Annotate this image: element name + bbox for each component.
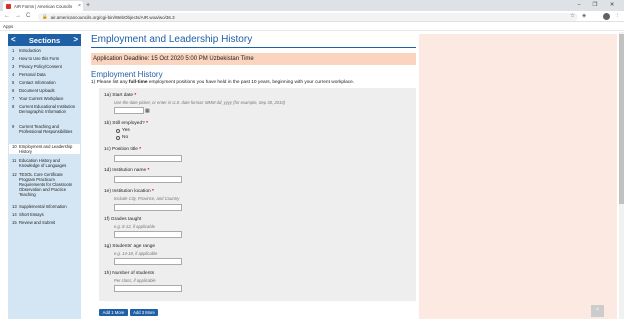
title-divider bbox=[91, 47, 416, 48]
deadline-banner: Application Deadline: 15 Oct 2020 5:00 P… bbox=[91, 53, 416, 65]
address-bar[interactable]: 🔒 air.americancouncils.org/cgi-bin/WebOb… bbox=[38, 13, 578, 21]
next-section-button[interactable]: > bbox=[73, 34, 78, 46]
browser-menu-icon[interactable]: ⋮ bbox=[615, 12, 621, 21]
add-1-more-button[interactable]: Add 1 More bbox=[99, 309, 128, 316]
sidebar-item-tesol[interactable]: 12 TESOL Core Certificate Program Practic… bbox=[9, 172, 80, 197]
forward-icon[interactable]: → bbox=[15, 12, 21, 21]
age-range-input[interactable] bbox=[114, 258, 182, 265]
institution-name-label: 1d) Institution name * bbox=[104, 168, 150, 173]
tab-close-icon[interactable]: × bbox=[78, 3, 81, 9]
calendar-icon[interactable]: ▦ bbox=[145, 108, 150, 114]
lock-icon: 🔒 bbox=[42, 14, 48, 19]
close-window-button[interactable]: ✕ bbox=[605, 0, 619, 11]
bookmarks-bar: Apps bbox=[0, 22, 624, 31]
sidebar-item-institution-demographic[interactable]: 8 Current Educational Institution Demogra… bbox=[9, 104, 80, 114]
still-employed-yes[interactable]: Yes bbox=[116, 128, 130, 133]
minimize-button[interactable]: – bbox=[572, 0, 586, 11]
new-tab-button[interactable]: + bbox=[86, 1, 90, 10]
back-icon[interactable]: ← bbox=[4, 12, 10, 21]
apps-shortcut[interactable]: Apps bbox=[3, 23, 13, 30]
right-background-panel bbox=[419, 34, 617, 319]
position-title-input[interactable] bbox=[114, 155, 182, 162]
extension-icon[interactable]: ◈ bbox=[582, 12, 586, 21]
section-subtitle: Employment History bbox=[91, 70, 163, 79]
sidebar-item-how-to-use[interactable]: 2 How to Use this Form bbox=[9, 56, 80, 61]
number-students-input[interactable] bbox=[114, 285, 182, 292]
institution-location-hint: Include City, Province, and Country bbox=[114, 196, 180, 201]
prev-section-button[interactable]: < bbox=[11, 34, 16, 46]
age-range-hint: e.g. 14-18, if applicable bbox=[114, 251, 158, 256]
sections-title: Sections bbox=[28, 35, 61, 45]
grades-taught-hint: e.g. 8-12, if applicable bbox=[114, 224, 155, 229]
browser-toolbar: ← → C 🔒 air.americancouncils.org/cgi-bin… bbox=[0, 11, 624, 22]
employment-form-panel bbox=[99, 88, 416, 301]
sections-header: < Sections > bbox=[8, 34, 81, 46]
sidebar-item-review[interactable]: 15 Review and Submit bbox=[9, 220, 80, 225]
sidebar-item-supplemental[interactable]: 13 Supplemental Information bbox=[9, 204, 80, 209]
sidebar-item-essays[interactable]: 14 Short Essays bbox=[9, 212, 80, 217]
back-to-top-button[interactable]: ^ bbox=[591, 305, 604, 317]
tab-title: AIR Forms | American Councils bbox=[14, 3, 73, 9]
reload-icon[interactable]: C bbox=[26, 12, 30, 21]
instruction-text: 1) Please list any full-time employment … bbox=[91, 80, 355, 85]
browser-tab-strip: AIR Forms | American Councils × + – ❐ ✕ bbox=[0, 0, 624, 11]
still-employed-no[interactable]: No bbox=[116, 135, 128, 140]
browser-tab[interactable]: AIR Forms | American Councils × bbox=[3, 1, 83, 11]
institution-location-label: 1e) Institution location * bbox=[104, 189, 154, 194]
page-title: Employment and Leadership History bbox=[91, 34, 253, 45]
radio-no[interactable] bbox=[116, 135, 120, 140]
sidebar-item-privacy[interactable]: 3 Privacy Policy/Consent bbox=[9, 64, 80, 69]
bookmark-star-icon[interactable]: ☆ bbox=[570, 12, 575, 21]
sidebar-item-personal-data[interactable]: 4 Personal Data bbox=[9, 72, 80, 77]
sidebar-item-employment[interactable]: 10 Employment and Leadership History bbox=[9, 144, 80, 154]
radio-yes[interactable] bbox=[116, 128, 120, 133]
grades-taught-input[interactable] bbox=[114, 231, 182, 238]
institution-name-input[interactable] bbox=[114, 176, 182, 183]
profile-avatar[interactable] bbox=[603, 13, 610, 20]
number-students-hint: Per class, if applicable bbox=[114, 278, 156, 283]
add-3-more-button[interactable]: Add 3 More bbox=[130, 309, 158, 316]
sidebar-item-current-workplace[interactable]: 7 Your Current Workplace bbox=[9, 96, 80, 101]
institution-location-input[interactable] bbox=[114, 204, 182, 211]
sidebar-item-introduction[interactable]: 1 Introduction bbox=[9, 48, 80, 53]
still-employed-label: 1b) Still employed? * bbox=[104, 121, 149, 126]
scrollbar-thumb[interactable] bbox=[619, 34, 624, 204]
number-students-label: 1h) Number of students bbox=[104, 271, 155, 276]
address-url[interactable]: air.americancouncils.org/cgi-bin/WebObje… bbox=[51, 15, 175, 20]
maximize-button[interactable]: ❐ bbox=[588, 0, 602, 11]
sidebar-item-contact[interactable]: 5 Contact Information bbox=[9, 80, 80, 85]
sidebar-item-teaching[interactable]: 9 Current Teaching and Professional Respo… bbox=[9, 124, 80, 134]
start-date-input[interactable] bbox=[114, 107, 144, 114]
start-date-hint: Use the date picker, or enter in U.S. da… bbox=[114, 100, 286, 105]
grades-taught-label: 1f) Grades taught bbox=[104, 217, 142, 222]
position-title-label: 1c) Position title * bbox=[104, 147, 142, 152]
age-range-label: 1g) Students' age range bbox=[104, 244, 156, 249]
start-date-label: 1a) Start date * bbox=[104, 93, 137, 98]
sidebar-item-document-uploads[interactable]: 6 Document Uploads bbox=[9, 88, 80, 93]
sidebar-item-education[interactable]: 11 Education History and Knowledge of Lan… bbox=[9, 158, 80, 168]
site-favicon-icon bbox=[6, 3, 11, 9]
